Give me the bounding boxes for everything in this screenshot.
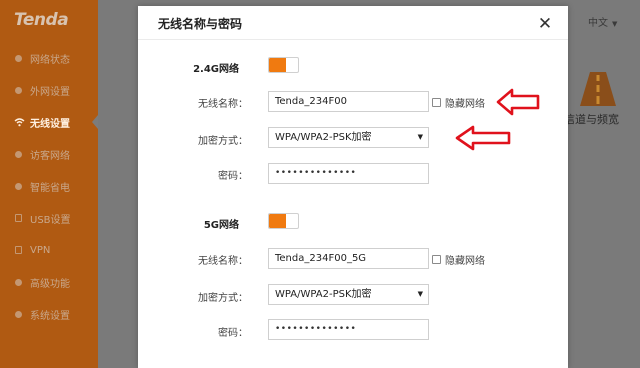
- settings-icon: [14, 309, 24, 319]
- security-5g-select[interactable]: WPA/WPA2-PSK加密 ▼: [268, 284, 429, 305]
- checkbox-box[interactable]: [432, 255, 441, 264]
- security-5g-value: WPA/WPA2-PSK加密: [275, 289, 372, 300]
- tools-icon: [14, 277, 24, 287]
- annotation-arrow-icon: [496, 88, 540, 116]
- security-24g-label: 加密方式：: [198, 136, 248, 147]
- channel-bandwidth-label[interactable]: 信道与频宽: [564, 111, 619, 127]
- sidebar: Tenda 网络状态 外网设置 无线设置 访客网络 智能省电 USB设置 VPN…: [0, 0, 98, 368]
- wifi-name-password-dialog: 无线名称与密码 ✕ 2.4G网络 无线名称： Tenda_234F00 隐藏网络…: [138, 6, 568, 368]
- sidebar-item-label: 外网设置: [30, 86, 70, 98]
- vpn-icon: [14, 245, 24, 255]
- hide-network-5g-checkbox[interactable]: 隐藏网络: [432, 252, 485, 267]
- sidebar-item-vpn[interactable]: VPN: [0, 235, 98, 265]
- sidebar-item-label: 系统设置: [30, 310, 70, 322]
- sidebar-item-label: VPN: [30, 244, 51, 256]
- sidebar-item-advanced[interactable]: 高级功能: [0, 267, 98, 297]
- password-5g-input[interactable]: ••••••••••••••: [268, 319, 429, 340]
- ssid-24g-input[interactable]: Tenda_234F00: [268, 91, 429, 112]
- dialog-title: 无线名称与密码: [158, 17, 243, 31]
- sidebar-item-guest-network[interactable]: 访客网络: [0, 139, 98, 169]
- globe-icon: [14, 85, 24, 95]
- sidebar-item-label: 高级功能: [30, 278, 70, 290]
- power-icon: [14, 181, 24, 191]
- dashboard-icon: [14, 53, 24, 63]
- sidebar-item-label: 无线设置: [30, 118, 70, 130]
- password-24g-input[interactable]: ••••••••••••••: [268, 163, 429, 184]
- chevron-down-icon: ▼: [612, 20, 618, 28]
- usb-icon: [14, 213, 24, 223]
- ssid-5g-input[interactable]: Tenda_234F00_5G: [268, 248, 429, 269]
- band-24g-toggle[interactable]: [268, 57, 299, 73]
- hide-network-label: 隐藏网络: [445, 256, 485, 267]
- annotation-arrow-icon: [455, 125, 511, 151]
- band-5g-label: 5G网络: [203, 220, 239, 231]
- hide-network-24g-checkbox[interactable]: 隐藏网络: [432, 95, 485, 110]
- tenda-logo: Tenda: [14, 10, 69, 30]
- guest-icon: [14, 149, 24, 159]
- band-5g-toggle[interactable]: [268, 213, 299, 229]
- caret-down-icon: ▼: [417, 133, 423, 141]
- toggle-on-indicator: [269, 214, 286, 228]
- close-icon[interactable]: ✕: [536, 15, 554, 33]
- hide-network-label: 隐藏网络: [445, 99, 485, 110]
- band-24g-label: 2.4G网络: [193, 64, 239, 75]
- sidebar-item-power-saving[interactable]: 智能省电: [0, 171, 98, 201]
- language-label: 中文: [588, 18, 608, 29]
- sidebar-item-label: 网络状态: [30, 54, 70, 66]
- sidebar-item-network-status[interactable]: 网络状态: [0, 43, 98, 73]
- dialog-header: 无线名称与密码 ✕: [138, 6, 568, 40]
- security-24g-select[interactable]: WPA/WPA2-PSK加密 ▼: [268, 127, 429, 148]
- sidebar-item-wireless-settings[interactable]: 无线设置: [0, 107, 98, 137]
- security-24g-value: WPA/WPA2-PSK加密: [275, 132, 372, 143]
- ssid-5g-label: 无线名称：: [198, 256, 248, 267]
- toggle-on-indicator: [269, 58, 286, 72]
- checkbox-box[interactable]: [432, 98, 441, 107]
- sidebar-item-label: 智能省电: [30, 182, 70, 194]
- sidebar-item-usb-settings[interactable]: USB设置: [0, 203, 98, 233]
- caret-down-icon: ▼: [417, 290, 423, 298]
- password-5g-label: 密码：: [218, 328, 248, 339]
- security-5g-label: 加密方式：: [198, 293, 248, 304]
- channel-road-icon[interactable]: [580, 72, 616, 106]
- wifi-icon: [14, 117, 25, 127]
- sidebar-item-label: 访客网络: [30, 150, 70, 162]
- sidebar-item-system-settings[interactable]: 系统设置: [0, 299, 98, 329]
- language-selector[interactable]: 中文 ▼: [588, 14, 617, 29]
- sidebar-item-label: USB设置: [30, 214, 71, 226]
- password-24g-label: 密码：: [218, 171, 248, 182]
- ssid-24g-label: 无线名称：: [198, 99, 248, 110]
- sidebar-item-wan-settings[interactable]: 外网设置: [0, 75, 98, 105]
